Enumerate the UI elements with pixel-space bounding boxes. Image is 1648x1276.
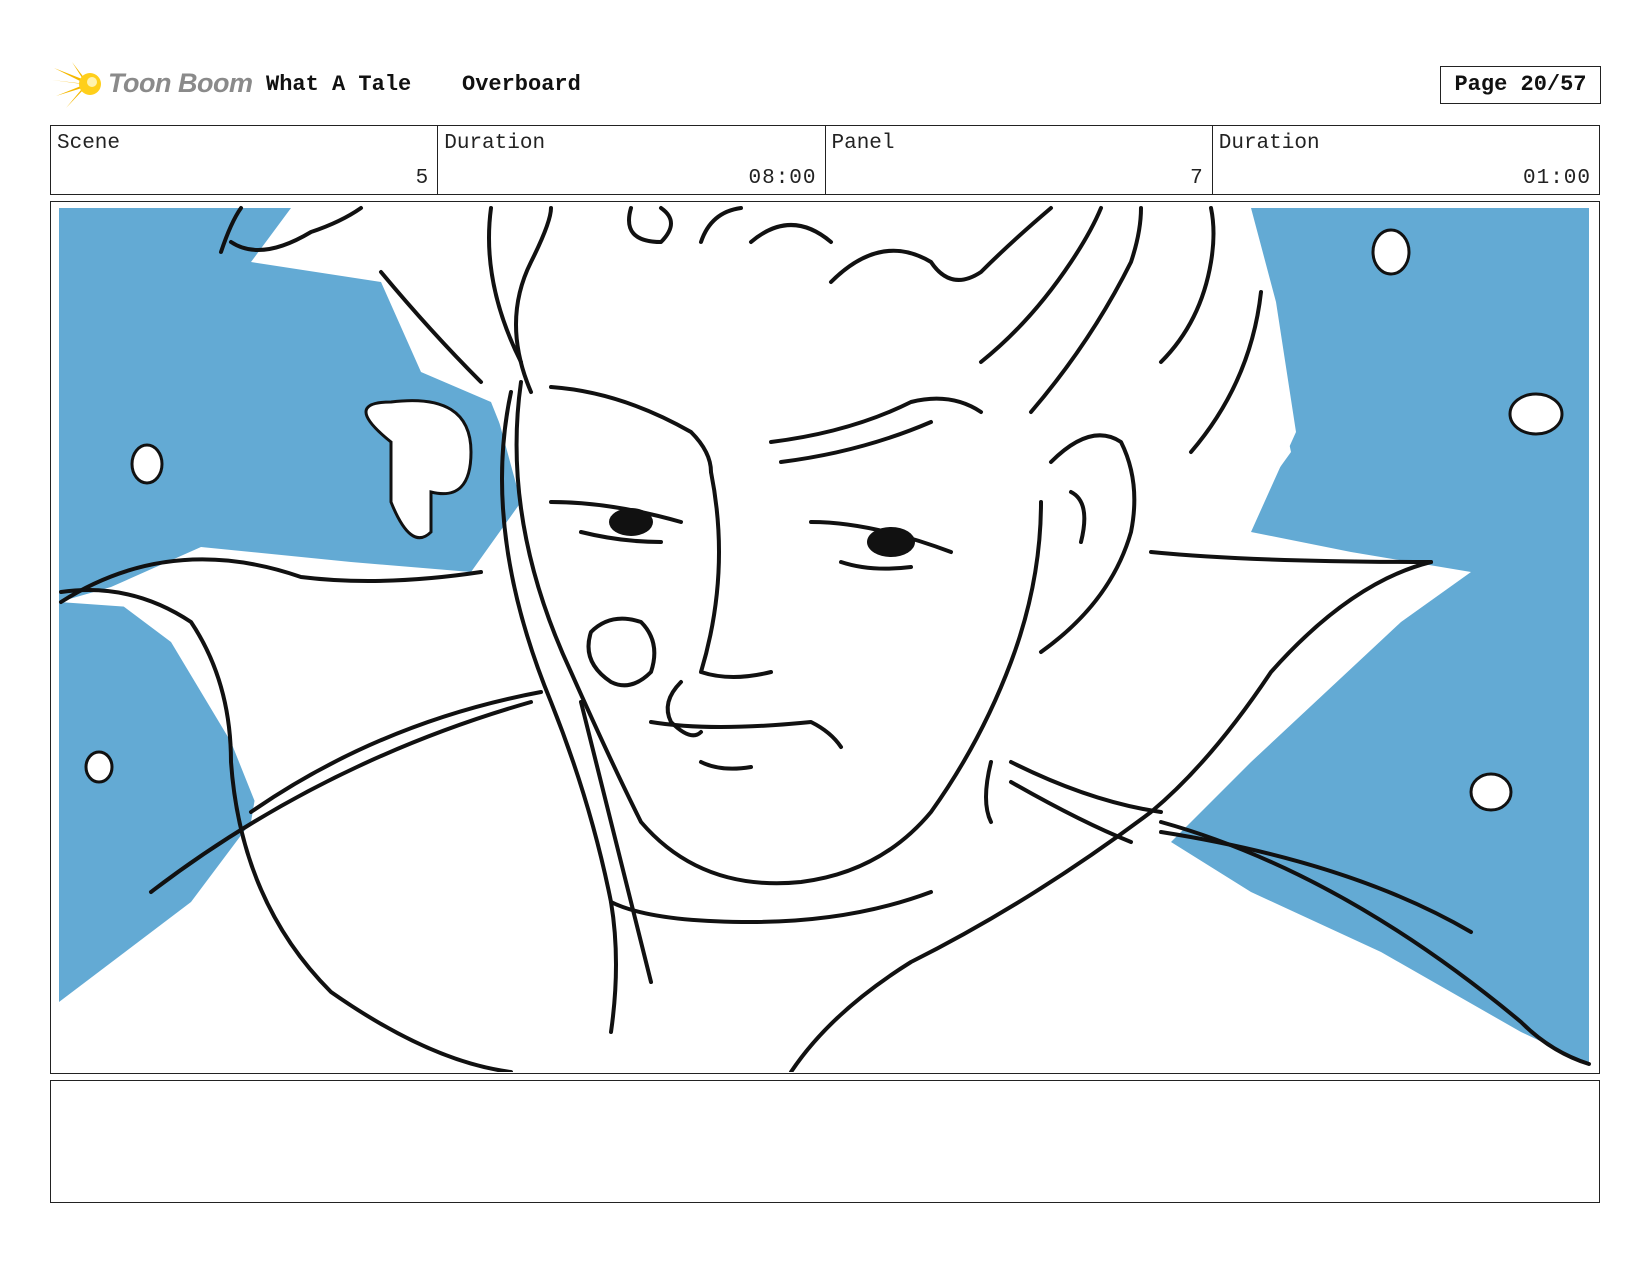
- panel-label: Panel: [831, 132, 895, 155]
- scene-label: Scene: [57, 132, 121, 155]
- panel-value: 7: [1190, 167, 1204, 190]
- panel-duration-value: 01:00: [1522, 167, 1591, 190]
- storyboard-panel-frame: [50, 201, 1600, 1074]
- storyboard-sketch-image: [51, 202, 1598, 1072]
- brand-name: Toon Boom: [108, 68, 253, 98]
- panel-duration-label: Duration: [1218, 132, 1320, 155]
- panel-notes-box: [50, 1080, 1600, 1203]
- scene-duration-cell: Duration 08:00: [438, 126, 826, 194]
- page-indicator: Page 20/57: [1440, 66, 1601, 104]
- scene-value: 5: [415, 167, 430, 190]
- scene-cell: Scene 5: [51, 126, 439, 194]
- toon-boom-logo-icon: [52, 62, 101, 108]
- panel-duration-cell: Duration 01:00: [1213, 126, 1599, 194]
- scene-duration-label: Duration: [444, 132, 546, 155]
- panel-cell: Panel 7: [826, 126, 1213, 194]
- project-title: What A Tale: [266, 72, 412, 97]
- panel-info-row: Scene 5 Duration 08:00 Panel 7 Duration …: [50, 125, 1600, 195]
- project-subtitle: Overboard: [462, 72, 581, 97]
- page-header: Toon Boom What A Tale Overboard Page 20/…: [52, 56, 1602, 112]
- scene-duration-value: 08:00: [748, 167, 817, 190]
